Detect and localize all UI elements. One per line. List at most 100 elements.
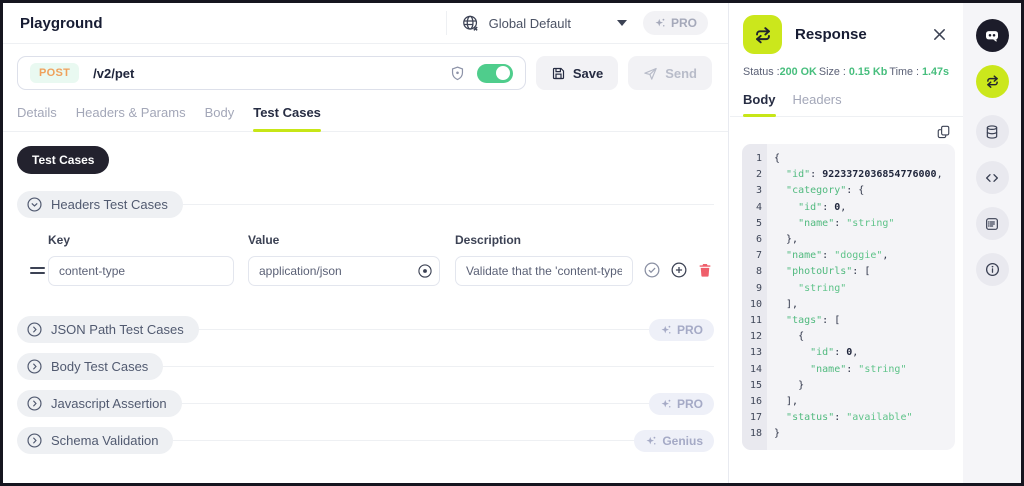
environment-selector[interactable]: Global Default <box>461 14 627 33</box>
drag-handle-icon[interactable] <box>30 267 45 277</box>
code-line: { <box>774 151 955 167</box>
send-button[interactable]: Send <box>628 56 712 90</box>
line-number: 14 <box>742 362 767 378</box>
column-key: Key <box>48 233 70 247</box>
add-row-icon[interactable] <box>670 261 688 279</box>
line-number: 2 <box>742 167 767 183</box>
line-number: 8 <box>742 264 767 280</box>
tab-details[interactable]: Details <box>17 105 57 131</box>
divider <box>199 329 649 330</box>
divider <box>182 403 649 404</box>
collapsed-sections: JSON Path Test Cases PRO Body Test Cases Ja… <box>17 316 714 454</box>
save-label: Save <box>573 66 603 81</box>
app-window: Playground Global Default <box>0 0 1024 486</box>
plan-badge-label: PRO <box>677 397 703 411</box>
collapsed-section-label: Schema Validation <box>51 433 158 448</box>
response-body-code[interactable]: 123456789101112131415161718 { "id": 9223… <box>742 144 955 450</box>
code-line: "string" <box>774 281 955 297</box>
close-icon[interactable] <box>932 27 947 42</box>
code-line: "category": { <box>774 183 955 199</box>
code-line: "tags": [ <box>774 313 955 329</box>
info-icon[interactable] <box>976 253 1009 286</box>
code-line: } <box>774 426 955 442</box>
form-list-icon[interactable] <box>976 207 1009 240</box>
test-cases-badge: Test Cases <box>17 146 109 174</box>
json-code: { "id": 9223372036854776000, "category":… <box>767 144 955 450</box>
code-line: } <box>774 378 955 394</box>
collapsed-section-label: Javascript Assertion <box>51 396 167 411</box>
save-icon <box>551 66 566 81</box>
test-cases-content: Test Cases Headers Test Cases Key Value … <box>3 132 728 454</box>
code-line: "status": "available" <box>774 410 955 426</box>
plan-badge: Genius <box>634 430 714 452</box>
plan-badge-label: Genius <box>662 434 703 448</box>
chevron-right-circle-icon <box>26 432 43 449</box>
key-input[interactable] <box>48 256 234 286</box>
response-header: Response <box>730 3 963 62</box>
chevron-down-icon <box>617 20 627 26</box>
code-line: "name": "string" <box>774 362 955 378</box>
value-input[interactable] <box>248 256 440 286</box>
response-title: Response <box>795 26 932 43</box>
code-line: "name": "string" <box>774 216 955 232</box>
headers-test-cases-header[interactable]: Headers Test Cases <box>17 191 183 218</box>
divider <box>173 440 634 441</box>
code-icon[interactable] <box>976 161 1009 194</box>
line-number: 6 <box>742 232 767 248</box>
response-panel: Response Status :200 OK Size : 0.15 Kb T… <box>730 3 963 483</box>
tab-body[interactable]: Body <box>205 105 235 131</box>
shield-icon[interactable] <box>449 65 466 82</box>
sparkle-icon <box>660 324 672 336</box>
collapsed-section-header[interactable]: Schema Validation <box>17 427 173 454</box>
request-url: /v2/pet <box>93 66 134 81</box>
collapsed-section-header[interactable]: Body Test Cases <box>17 353 163 380</box>
description-input[interactable] <box>455 256 633 286</box>
column-description: Description <box>455 233 521 247</box>
delete-row-icon[interactable] <box>697 262 713 278</box>
code-line: "name": "doggie", <box>774 248 955 264</box>
plan-badge-label: PRO <box>677 323 703 337</box>
code-line: "id": 0, <box>774 345 955 361</box>
collapsed-section-header[interactable]: JSON Path Test Cases <box>17 316 199 343</box>
collapsed-section-header[interactable]: Javascript Assertion <box>17 390 182 417</box>
save-button[interactable]: Save <box>536 56 618 90</box>
line-number-gutter: 123456789101112131415161718 <box>742 144 767 450</box>
response-tabs: Body Headers <box>730 92 963 117</box>
divider <box>183 204 714 205</box>
code-line: { <box>774 329 955 345</box>
value-input-wrap <box>248 256 440 286</box>
chatbot-icon[interactable] <box>976 19 1009 52</box>
tab-response-body[interactable]: Body <box>743 92 776 116</box>
sparkle-icon <box>660 398 672 410</box>
headers-test-cases-label: Headers Test Cases <box>51 197 168 212</box>
chevron-right-circle-icon <box>26 395 43 412</box>
chevron-right-circle-icon <box>26 358 43 375</box>
tab-test-cases[interactable]: Test Cases <box>253 105 321 131</box>
table-header: Key Value Description <box>17 233 714 247</box>
table-row <box>17 256 714 286</box>
playground-header: Playground Global Default <box>3 3 728 44</box>
row-actions <box>643 261 713 279</box>
pro-badge-label: PRO <box>671 16 697 30</box>
line-number: 10 <box>742 297 767 313</box>
time-badge: Time : 1.47s <box>889 66 949 78</box>
collapsed-section: Javascript Assertion PRO <box>17 390 714 417</box>
environment-label: Global Default <box>489 16 571 31</box>
tab-headers-params[interactable]: Headers & Params <box>76 105 186 131</box>
chevron-right-circle-icon <box>26 321 43 338</box>
api-chain-rail-icon[interactable] <box>976 65 1009 98</box>
line-number: 18 <box>742 426 767 442</box>
send-icon <box>643 66 658 81</box>
request-toggle[interactable] <box>477 64 513 83</box>
code-line: "id": 0, <box>774 200 955 216</box>
method-badge: POST <box>30 63 79 83</box>
plan-badge: PRO <box>649 319 714 341</box>
url-bar[interactable]: POST /v2/pet <box>17 56 526 90</box>
line-number: 1 <box>742 151 767 167</box>
collapsed-section: JSON Path Test Cases PRO <box>17 316 714 343</box>
headers-test-cases-section: Headers Test Cases <box>17 191 714 218</box>
check-circle-icon[interactable] <box>643 261 661 279</box>
tab-response-headers[interactable]: Headers <box>793 92 842 116</box>
copy-icon[interactable] <box>936 124 951 139</box>
database-icon[interactable] <box>976 115 1009 148</box>
